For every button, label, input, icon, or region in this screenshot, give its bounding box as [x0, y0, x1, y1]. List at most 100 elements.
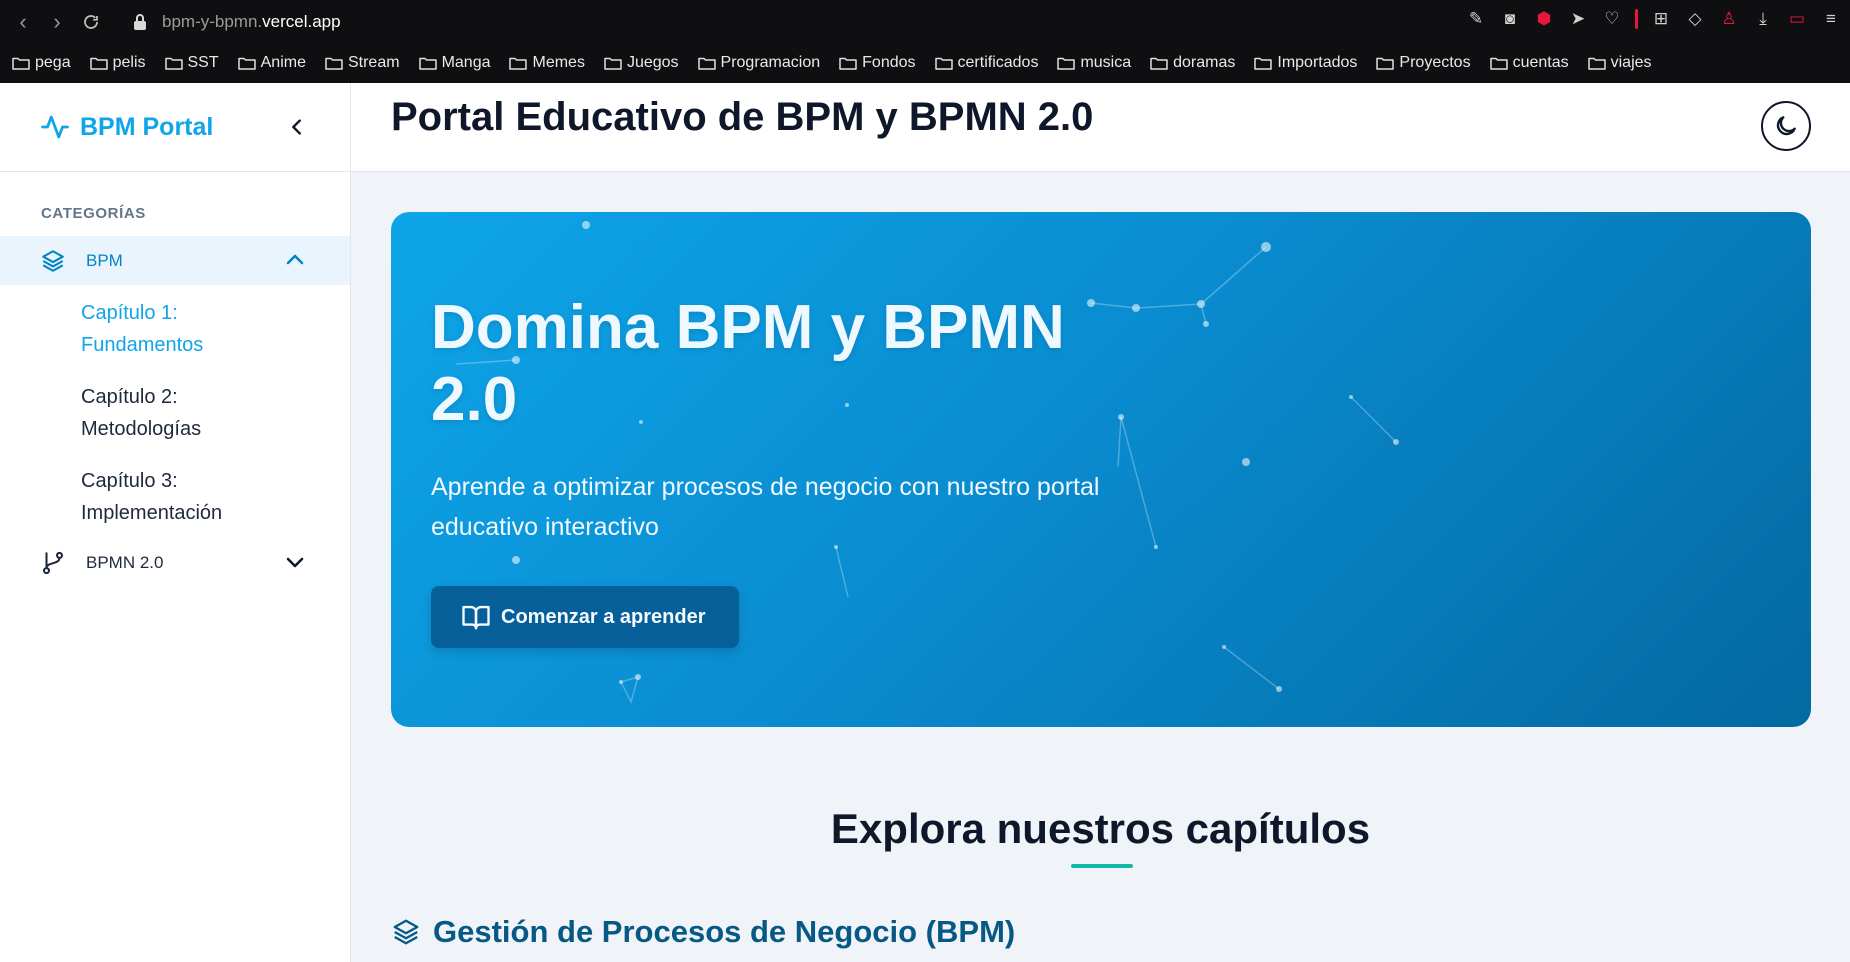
chapter-name: Metodologías — [81, 418, 202, 440]
folder-icon — [934, 57, 953, 70]
send-icon[interactable]: ➤ — [1567, 8, 1589, 30]
bookmark-label: Proyectos — [1399, 54, 1471, 71]
bookmark-item[interactable]: cuentas — [1489, 54, 1569, 72]
folder-icon — [12, 57, 30, 70]
title-underline — [1071, 864, 1133, 868]
sidebar-item-capitulo-1[interactable]: Capítulo 1: Fundamentos — [81, 297, 311, 361]
bookmark-item[interactable]: doramas — [1150, 54, 1235, 72]
hero-title: Domina BPM y BPMN 2.0 — [431, 293, 1065, 434]
sidebar-item-label: BPMN 2.0 — [86, 552, 164, 572]
bookmark-item[interactable]: Juegos — [604, 54, 679, 72]
section-title: Explora nuestros capítulos — [830, 805, 1371, 852]
heart-icon[interactable]: ♡ — [1601, 8, 1623, 30]
layers-icon — [393, 919, 419, 945]
bookmark-label: Stream — [347, 54, 400, 71]
edit-icon[interactable]: ✎ — [1465, 8, 1487, 30]
folder-icon — [1587, 57, 1606, 70]
folder-icon — [237, 57, 256, 70]
bookmark-item[interactable]: Proyectos — [1376, 54, 1471, 72]
layers-icon — [42, 249, 64, 272]
bookmark-item[interactable]: musica — [1057, 54, 1131, 72]
bookmark-item[interactable]: viajes — [1587, 54, 1652, 72]
camera-icon[interactable]: ◙ — [1499, 8, 1521, 30]
chapter-name: Fundamentos — [81, 334, 204, 356]
bookmark-label: pelis — [112, 54, 146, 71]
shield-icon[interactable]: ⬢ — [1533, 8, 1555, 30]
bookmark-item[interactable]: SST — [164, 54, 219, 72]
bookmark-label: Manga — [441, 54, 491, 71]
cube-icon[interactable]: ◇ — [1684, 8, 1706, 30]
categories-heading: CATEGORÍAS — [41, 205, 146, 222]
folder-icon — [604, 57, 622, 70]
bookmark-label: viajes — [1610, 54, 1652, 71]
sidebar-item-bpm[interactable]: BPM — [0, 236, 350, 285]
chevron-up-icon — [286, 254, 304, 265]
extensions-bar: ✎ ◙ ⬢ ➤ ♡ ⊞ ◇ ♙ ⤓ ▭ ≡ — [1465, 8, 1842, 30]
git-branch-icon — [42, 551, 64, 574]
folder-icon — [509, 57, 528, 70]
folder-icon — [89, 57, 108, 70]
sidebar-item-capitulo-2[interactable]: Capítulo 2: Metodologías — [81, 381, 311, 445]
address-row: ‹ › bpm-y-bpmn. vercel.app ✎ ◙ ⬢ ➤ ♡ ⊞ ◇ … — [0, 0, 1850, 44]
extension-icon[interactable]: ⊞ — [1650, 8, 1672, 30]
bpm-section-heading: Gestión de Procesos de Negocio (BPM) — [391, 914, 1015, 950]
start-learning-button[interactable]: Comenzar a aprender — [431, 586, 739, 648]
moon-icon — [1776, 116, 1796, 136]
menu-icon[interactable]: ≡ — [1820, 8, 1842, 30]
profile-icon[interactable]: ♙ — [1718, 8, 1740, 30]
forward-icon[interactable]: › — [40, 5, 74, 39]
sidebar-header: BPM Portal — [0, 83, 350, 172]
bookmark-label: doramas — [1173, 54, 1236, 71]
folder-icon — [839, 57, 857, 70]
download-icon[interactable]: ⤓ — [1752, 8, 1774, 30]
reload-icon[interactable] — [74, 5, 108, 39]
address-bar[interactable]: bpm-y-bpmn. vercel.app — [132, 12, 341, 32]
top-header: Portal Educativo de BPM y BPMN 2.0 — [351, 83, 1850, 172]
folder-icon — [325, 57, 343, 70]
chapter-number: Capítulo 2: — [81, 386, 178, 408]
sidebar-item-label: BPM — [86, 250, 123, 270]
folder-icon — [1150, 57, 1168, 70]
chevron-down-icon — [286, 557, 304, 568]
brand-name[interactable]: BPM Portal — [80, 113, 213, 142]
hero-subtitle: Aprende a optimizar procesos de negocio … — [431, 473, 1100, 541]
sidebar: BPM Portal CATEGORÍAS BPM Capítulo 1: Fu… — [0, 83, 351, 962]
bookmark-item[interactable]: Fondos — [839, 54, 916, 72]
bookmark-label: SST — [187, 54, 219, 71]
bookmark-item[interactable]: pega — [12, 54, 71, 72]
bookmark-item[interactable]: Memes — [509, 54, 585, 72]
back-icon[interactable]: ‹ — [6, 5, 40, 39]
bookmark-item[interactable]: Anime — [237, 54, 306, 72]
folder-icon — [418, 57, 437, 70]
folder-icon — [1376, 57, 1395, 70]
activity-icon — [41, 115, 69, 139]
sidebar-item-capitulo-3[interactable]: Capítulo 3: Implementación — [81, 465, 311, 529]
folder-icon — [164, 57, 183, 70]
collapse-sidebar-button[interactable] — [282, 112, 312, 142]
bookmark-label: Programacion — [720, 54, 821, 71]
bookmark-label: Memes — [532, 54, 585, 71]
folder-icon — [1254, 57, 1273, 70]
bookmark-label: Importados — [1277, 54, 1358, 71]
bookmark-item[interactable]: pelis — [89, 54, 146, 72]
button-label: Comenzar a aprender — [501, 605, 706, 628]
battery-icon[interactable]: ▭ — [1786, 8, 1808, 30]
bookmark-item[interactable]: Importados — [1254, 54, 1357, 72]
bookmark-label: Juegos — [626, 54, 679, 71]
sidebar-item-bpmn[interactable]: BPMN 2.0 — [0, 538, 350, 587]
page-title: Portal Educativo de BPM y BPMN 2.0 — [391, 95, 1094, 139]
bookmark-label: musica — [1080, 54, 1132, 71]
folder-icon — [1057, 57, 1076, 70]
folder-icon — [1489, 57, 1508, 70]
chapter-name: Implementación — [81, 502, 223, 524]
theme-toggle-button[interactable] — [1761, 101, 1811, 151]
hero-banner: Domina BPM y BPMN 2.0 Aprende a optimiza… — [391, 212, 1811, 727]
bookmark-item[interactable]: Stream — [325, 54, 400, 72]
bookmark-item[interactable]: Manga — [418, 54, 491, 72]
bookmark-item[interactable]: Programacion — [697, 54, 821, 72]
bookmark-item[interactable]: certificados — [934, 54, 1038, 72]
section-subtitle: Gestión de Procesos de Negocio (BPM) — [433, 914, 1016, 949]
chevron-left-icon — [292, 119, 301, 135]
browser-chrome: ‹ › bpm-y-bpmn. vercel.app ✎ ◙ ⬢ ➤ ♡ ⊞ ◇ … — [0, 0, 1850, 83]
folder-icon — [697, 57, 716, 70]
